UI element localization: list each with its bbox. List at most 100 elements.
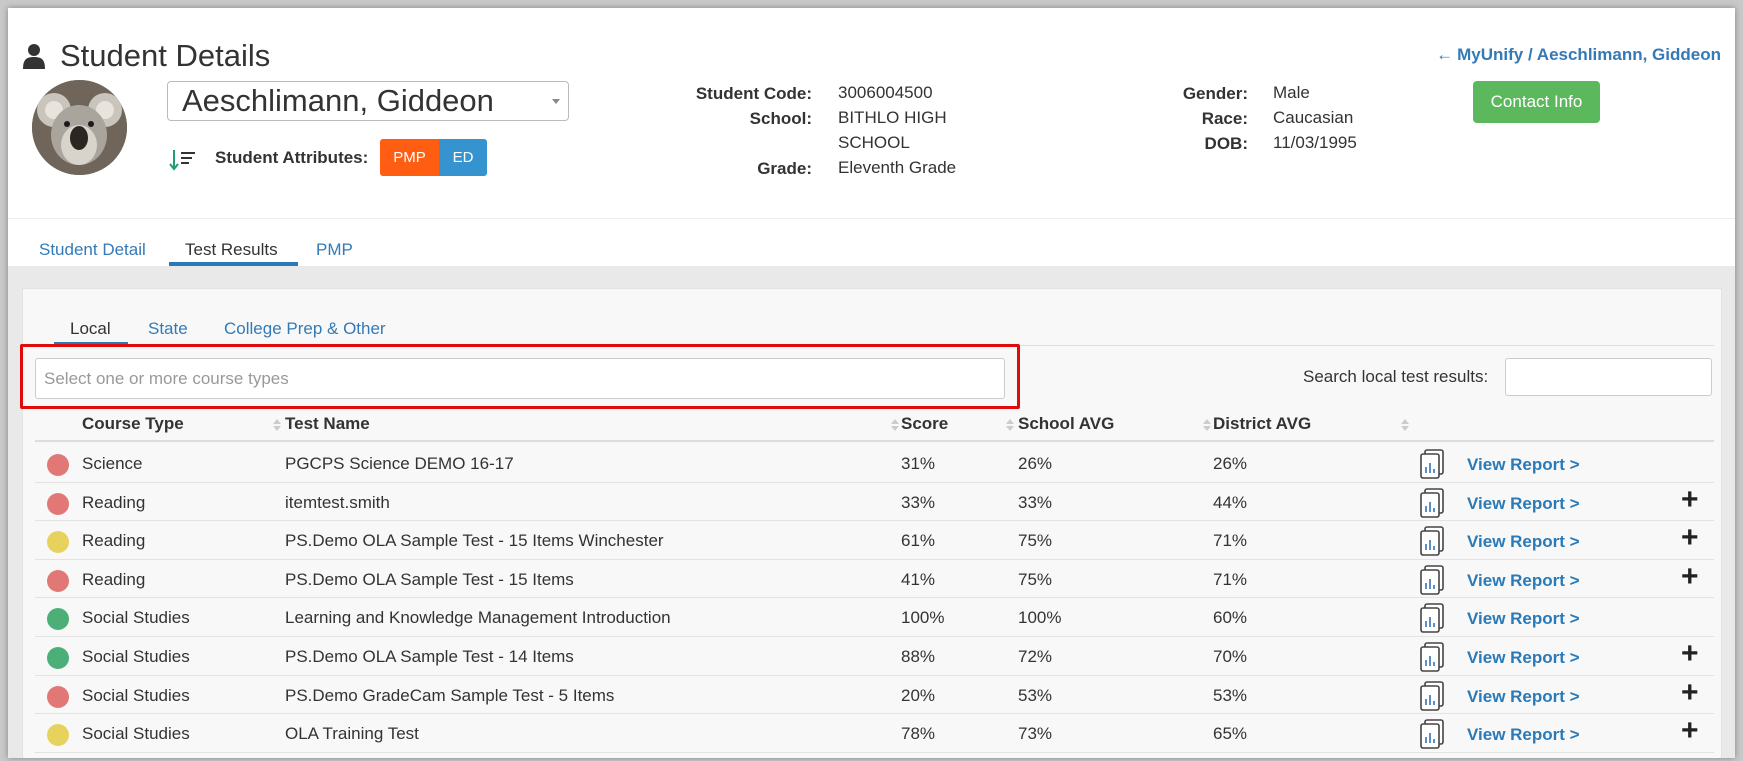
school-avg-cell: 100% [1018, 608, 1062, 628]
subtab-college-prep[interactable]: College Prep & Other [224, 319, 386, 339]
dob-label: DOB: [1204, 134, 1248, 153]
status-dot-icon [47, 685, 69, 708]
school-avg-cell: 33% [1018, 492, 1053, 512]
school-value-line2: SCHOOL [838, 133, 910, 152]
table-row: Social Studies OLA Training Test 78% 73% 65%… [35, 714, 1714, 753]
school-avg-cell: 72% [1018, 647, 1053, 666]
report-document-icon[interactable] [1419, 526, 1445, 561]
score-cell: 61% [901, 531, 936, 551]
attribute-badge-pmp[interactable]: PMP [380, 139, 439, 176]
subtab-state[interactable]: State [148, 319, 188, 339]
view-report-link[interactable]: View Report > [1467, 571, 1580, 591]
attribute-badge-ed[interactable]: ED [439, 139, 487, 176]
score-cell: 20% [901, 685, 936, 705]
highlight-annotation [20, 344, 1020, 409]
plus-icon[interactable]: + [1681, 484, 1699, 515]
arrow-left-icon: ← [1436, 45, 1454, 64]
view-report-link[interactable]: View Report > [1467, 532, 1580, 552]
status-dot-icon [47, 454, 69, 476]
status-dot-icon [47, 531, 69, 554]
report-document-icon[interactable] [1419, 719, 1445, 754]
sort-arrows-icon[interactable] [1203, 418, 1211, 432]
view-report-link[interactable]: View Report > [1467, 494, 1580, 514]
report-document-icon[interactable] [1419, 603, 1445, 638]
score-cell: 100% [901, 608, 945, 628]
course-type-cell: Social Studies [82, 685, 190, 705]
table-row: Reading PS.Demo OLA Sample Test - 15 Item… [35, 521, 1714, 560]
tab-test-results[interactable]: Test Results [185, 240, 278, 260]
breadcrumb[interactable]: ← MyUnify / Aeschlimann, Giddeon [1436, 45, 1721, 65]
avatar [32, 80, 127, 175]
view-report-link[interactable]: View Report > [1467, 609, 1580, 629]
plus-icon[interactable]: + [1681, 716, 1699, 746]
course-type-cell: Reading [82, 531, 146, 551]
column-test-name[interactable]: Test Name [285, 414, 370, 434]
plus-icon[interactable]: + [1681, 523, 1699, 553]
plus-icon[interactable]: + [1681, 639, 1699, 669]
school-avg-cell: 53% [1018, 685, 1053, 705]
gender-label: Gender: [1182, 84, 1248, 103]
student-code-label: Student Code: [695, 84, 812, 103]
report-document-icon[interactable] [1419, 449, 1445, 484]
course-type-cell: Science [82, 454, 143, 473]
district-avg-cell: 60% [1213, 608, 1248, 628]
school-avg-cell: 75% [1018, 531, 1053, 551]
table-row: Reading itemtest.smith 33% 33% 44% View Repor… [35, 483, 1714, 522]
report-document-icon[interactable] [1419, 642, 1445, 677]
school-avg-cell: 26% [1018, 454, 1053, 473]
table-header: Course Type Test Name Score School AVG D… [35, 414, 1714, 442]
sort-arrows-icon[interactable] [273, 418, 281, 432]
tab-student-detail[interactable]: Student Detail [39, 240, 146, 260]
tab-pmp[interactable]: PMP [316, 240, 353, 260]
score-cell: 78% [901, 724, 936, 744]
table-row: Social Studies PS.Demo GradeCam Sample Te… [35, 676, 1714, 715]
view-report-link[interactable]: View Report > [1467, 455, 1580, 475]
table-row: Social Studies PS.Demo OLA Sample Test - … [35, 637, 1714, 676]
test-name-cell: PS.Demo OLA Sample Test - 15 Items Winch… [285, 531, 664, 551]
test-name-cell: PS.Demo GradeCam Sample Test - 5 Items [285, 685, 615, 705]
sort-arrows-icon[interactable] [891, 418, 899, 432]
school-avg-cell: 75% [1018, 569, 1053, 589]
report-document-icon[interactable] [1419, 487, 1445, 523]
plus-icon[interactable]: + [1681, 677, 1699, 708]
report-document-icon[interactable] [1419, 680, 1445, 716]
column-school-avg[interactable]: School AVG [1018, 414, 1114, 434]
plus-icon[interactable]: + [1681, 561, 1699, 592]
school-label: School: [749, 109, 812, 128]
sort-arrows-icon[interactable] [1401, 418, 1409, 432]
sort-arrows-icon[interactable] [1006, 418, 1014, 432]
student-select[interactable]: Aeschlimann, Giddeon [167, 81, 569, 121]
grade-label: Grade: [757, 159, 812, 178]
course-type-cell: Reading [82, 492, 146, 512]
table-row: Reading PS.Demo OLA Sample Test - 15 Item… [35, 560, 1714, 599]
view-report-link[interactable]: View Report > [1467, 648, 1580, 668]
column-score[interactable]: Score [901, 414, 948, 434]
sort-icon[interactable] [169, 148, 197, 172]
view-report-link[interactable]: View Report > [1467, 725, 1580, 745]
column-district-avg[interactable]: District AVG [1213, 414, 1311, 434]
score-cell: 88% [901, 647, 936, 666]
status-dot-icon [47, 608, 69, 631]
course-type-cell: Social Studies [82, 724, 190, 744]
breadcrumb-text[interactable]: MyUnify / Aeschlimann, Giddeon [1457, 45, 1721, 64]
test-name-cell: Learning and Knowledge Management Introd… [285, 608, 671, 628]
school-avg-cell: 73% [1018, 724, 1053, 744]
view-report-link[interactable]: View Report > [1467, 687, 1580, 707]
report-document-icon[interactable] [1419, 564, 1445, 600]
subtab-local[interactable]: Local [70, 319, 111, 339]
app-window: Student Details ← MyUnify / Aeschlimann, … [8, 8, 1735, 758]
test-name-cell: PS.Demo OLA Sample Test - 15 Items [285, 569, 574, 589]
score-cell: 41% [901, 569, 936, 589]
column-course-type[interactable]: Course Type [82, 414, 184, 434]
contact-info-button[interactable]: Contact Info [1473, 81, 1600, 123]
dob-value: 11/03/1995 [1273, 133, 1357, 152]
user-icon [23, 44, 45, 69]
course-type-cell: Reading [82, 569, 146, 589]
district-avg-cell: 70% [1213, 647, 1248, 666]
test-name-cell: PS.Demo OLA Sample Test - 14 Items [285, 647, 574, 666]
district-avg-cell: 53% [1213, 685, 1248, 705]
page-title: Student Details [22, 38, 270, 74]
search-input[interactable] [1505, 358, 1712, 396]
status-dot-icon [47, 647, 69, 669]
district-avg-cell: 71% [1213, 569, 1248, 589]
